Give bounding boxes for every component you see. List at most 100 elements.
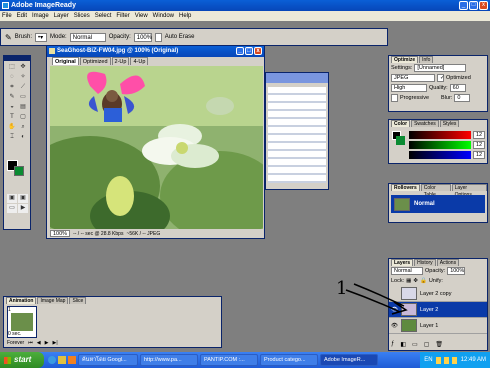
previous-frame-icon[interactable]: ◀ xyxy=(37,340,41,346)
desktop-quicklaunch-icon[interactable] xyxy=(58,356,66,364)
tab-rollovers[interactable]: Rollovers xyxy=(391,184,420,191)
frame-delay[interactable]: 0 sec. xyxy=(8,331,21,337)
menu-edit[interactable]: Edit xyxy=(17,11,27,21)
jump-to-icon[interactable]: ▶ xyxy=(18,204,28,213)
green-value[interactable]: 12 xyxy=(473,141,486,149)
mode-select[interactable]: Normal xyxy=(69,32,106,42)
animation-frame[interactable]: 1 0 sec. xyxy=(7,306,37,338)
task-product-category[interactable]: Product catego... xyxy=(260,354,318,366)
tab-swatches[interactable]: Swatches xyxy=(411,120,439,127)
doc-minimize-button[interactable]: _ xyxy=(236,47,244,55)
ie-quicklaunch-icon[interactable] xyxy=(48,356,56,364)
zoom-tool-icon[interactable]: ⌕ xyxy=(18,123,28,132)
start-button[interactable]: start xyxy=(0,352,44,368)
new-layer-icon[interactable]: ▢ xyxy=(424,341,430,348)
marquee-tool-icon[interactable]: ⬚ xyxy=(7,63,17,72)
loop-select[interactable]: Forever xyxy=(7,340,24,346)
progressive-checkbox[interactable] xyxy=(391,94,398,102)
blue-value[interactable]: 12 xyxy=(473,151,486,159)
auto-erase-checkbox[interactable] xyxy=(154,32,162,42)
document-title-bar[interactable]: SeaGhost-BiZ-FW04.jpg @ 100% (Original) … xyxy=(47,46,264,57)
background-document-window[interactable] xyxy=(265,72,329,190)
green-slider[interactable] xyxy=(409,141,471,149)
screen-mode-icon[interactable]: ▭ xyxy=(7,204,17,213)
tab-slice[interactable]: Slice xyxy=(69,297,87,304)
tab-animation[interactable]: Animation xyxy=(6,297,37,304)
slice-tool-icon[interactable]: ⟋ xyxy=(18,83,28,92)
lasso-tool-icon[interactable]: ◌ xyxy=(7,73,17,82)
tab-layers[interactable]: Layers xyxy=(391,259,414,266)
media-quicklaunch-icon[interactable] xyxy=(68,356,76,364)
crop-tool-icon[interactable]: ⌗ xyxy=(7,83,17,92)
tab-layer-options[interactable]: Layer Options xyxy=(451,184,487,198)
language-indicator[interactable]: EN xyxy=(424,357,432,363)
tab-history[interactable]: History xyxy=(414,259,436,266)
tab-optimized[interactable]: Optimized xyxy=(79,57,111,65)
new-set-icon[interactable]: ▭ xyxy=(412,341,418,348)
menu-file[interactable]: File xyxy=(2,11,12,21)
quality-field[interactable]: 60 xyxy=(449,84,466,92)
mask-icon[interactable]: ◧ xyxy=(400,341,406,348)
rollover-state-row[interactable]: Normal xyxy=(391,195,485,213)
visibility-eye-icon[interactable]: 👁 xyxy=(391,323,398,329)
layer-effects-icon[interactable]: ƒ xyxy=(391,341,394,348)
menu-image[interactable]: Image xyxy=(32,11,49,21)
task-imageready[interactable]: Adobe ImageR... xyxy=(320,354,378,366)
tab-styles[interactable]: Styles xyxy=(439,120,460,127)
tab-original[interactable]: Original xyxy=(52,57,79,65)
background-color-swatch[interactable] xyxy=(14,166,24,176)
zoom-field[interactable]: 100% xyxy=(50,230,71,237)
brush-picker[interactable]: •▾ xyxy=(35,32,48,42)
menu-view[interactable]: View xyxy=(135,11,148,21)
shape-tool-icon[interactable]: ▢ xyxy=(18,113,28,122)
red-slider[interactable] xyxy=(409,131,471,139)
opacity-field[interactable]: 100% xyxy=(133,32,152,42)
task-browser[interactable]: http://www.pa... xyxy=(140,354,198,366)
gradient-tool-icon[interactable]: ▤ xyxy=(18,103,28,112)
menu-select[interactable]: Select xyxy=(95,11,112,21)
hand-tool-icon[interactable]: ✋ xyxy=(7,123,17,132)
brush-tool-icon[interactable]: ✎ xyxy=(7,93,17,102)
first-frame-icon[interactable]: ⏮ xyxy=(28,340,33,346)
eraser-tool-button-icon[interactable]: ▭ xyxy=(18,93,28,102)
doc-close-button[interactable]: x xyxy=(254,47,262,55)
next-frame-icon[interactable]: ▶| xyxy=(52,340,57,346)
layer-row[interactable]: 👁 Layer 1 xyxy=(389,318,487,334)
blend-mode-select[interactable]: Normal xyxy=(391,267,423,275)
close-button[interactable]: x xyxy=(479,1,488,10)
type-tool-icon[interactable]: T xyxy=(7,113,17,122)
layer-opacity-field[interactable]: 100% xyxy=(447,267,466,275)
menu-help[interactable]: Help xyxy=(179,11,191,21)
tab-4-up[interactable]: 4-Up xyxy=(130,57,149,65)
task-google-search[interactable]: ค้นหาโดย Googl... xyxy=(78,354,138,366)
menu-layer[interactable]: Layer xyxy=(54,11,69,21)
visibility-tool-icon[interactable]: ◐ xyxy=(18,133,28,142)
paint-bucket-tool-icon[interactable]: ◒ xyxy=(7,103,17,112)
delete-layer-icon[interactable]: 🗑 xyxy=(435,341,443,348)
menu-window[interactable]: Window xyxy=(153,11,174,21)
lock-all-icon[interactable]: 🔒 xyxy=(420,278,427,284)
settings-select[interactable]: [Unnamed] xyxy=(414,64,467,72)
preview-mode-icon[interactable]: ▣ xyxy=(18,194,28,203)
clock[interactable]: 12:49 AM xyxy=(461,357,486,363)
eyedropper-tool-icon[interactable]: ⌶ xyxy=(7,133,17,142)
red-value[interactable]: 12 xyxy=(473,131,486,139)
task-pantip[interactable]: PANTIP.COM :... xyxy=(200,354,258,366)
blur-field[interactable]: 0 xyxy=(454,94,471,102)
tab-color[interactable]: Color xyxy=(391,120,411,127)
tab-actions[interactable]: Actions xyxy=(436,259,460,266)
lock-position-icon[interactable]: ✥ xyxy=(413,278,418,284)
tab-image-map[interactable]: Image Map xyxy=(37,297,69,304)
image-canvas[interactable] xyxy=(50,66,263,229)
format-select[interactable]: JPEG xyxy=(391,74,435,82)
minimize-button[interactable]: _ xyxy=(459,1,468,10)
menu-slices[interactable]: Slices xyxy=(74,11,90,21)
color-background-swatch[interactable] xyxy=(396,136,405,145)
tab-2-up[interactable]: 2-Up xyxy=(111,57,130,65)
doc-maximize-button[interactable]: □ xyxy=(245,47,253,55)
move-tool-icon[interactable]: ✥ xyxy=(18,63,28,72)
play-icon[interactable]: ▶ xyxy=(45,340,49,346)
tab-optimize[interactable]: Optimize xyxy=(391,56,419,63)
tab-info[interactable]: Info xyxy=(419,56,434,63)
blue-slider[interactable] xyxy=(409,151,471,159)
